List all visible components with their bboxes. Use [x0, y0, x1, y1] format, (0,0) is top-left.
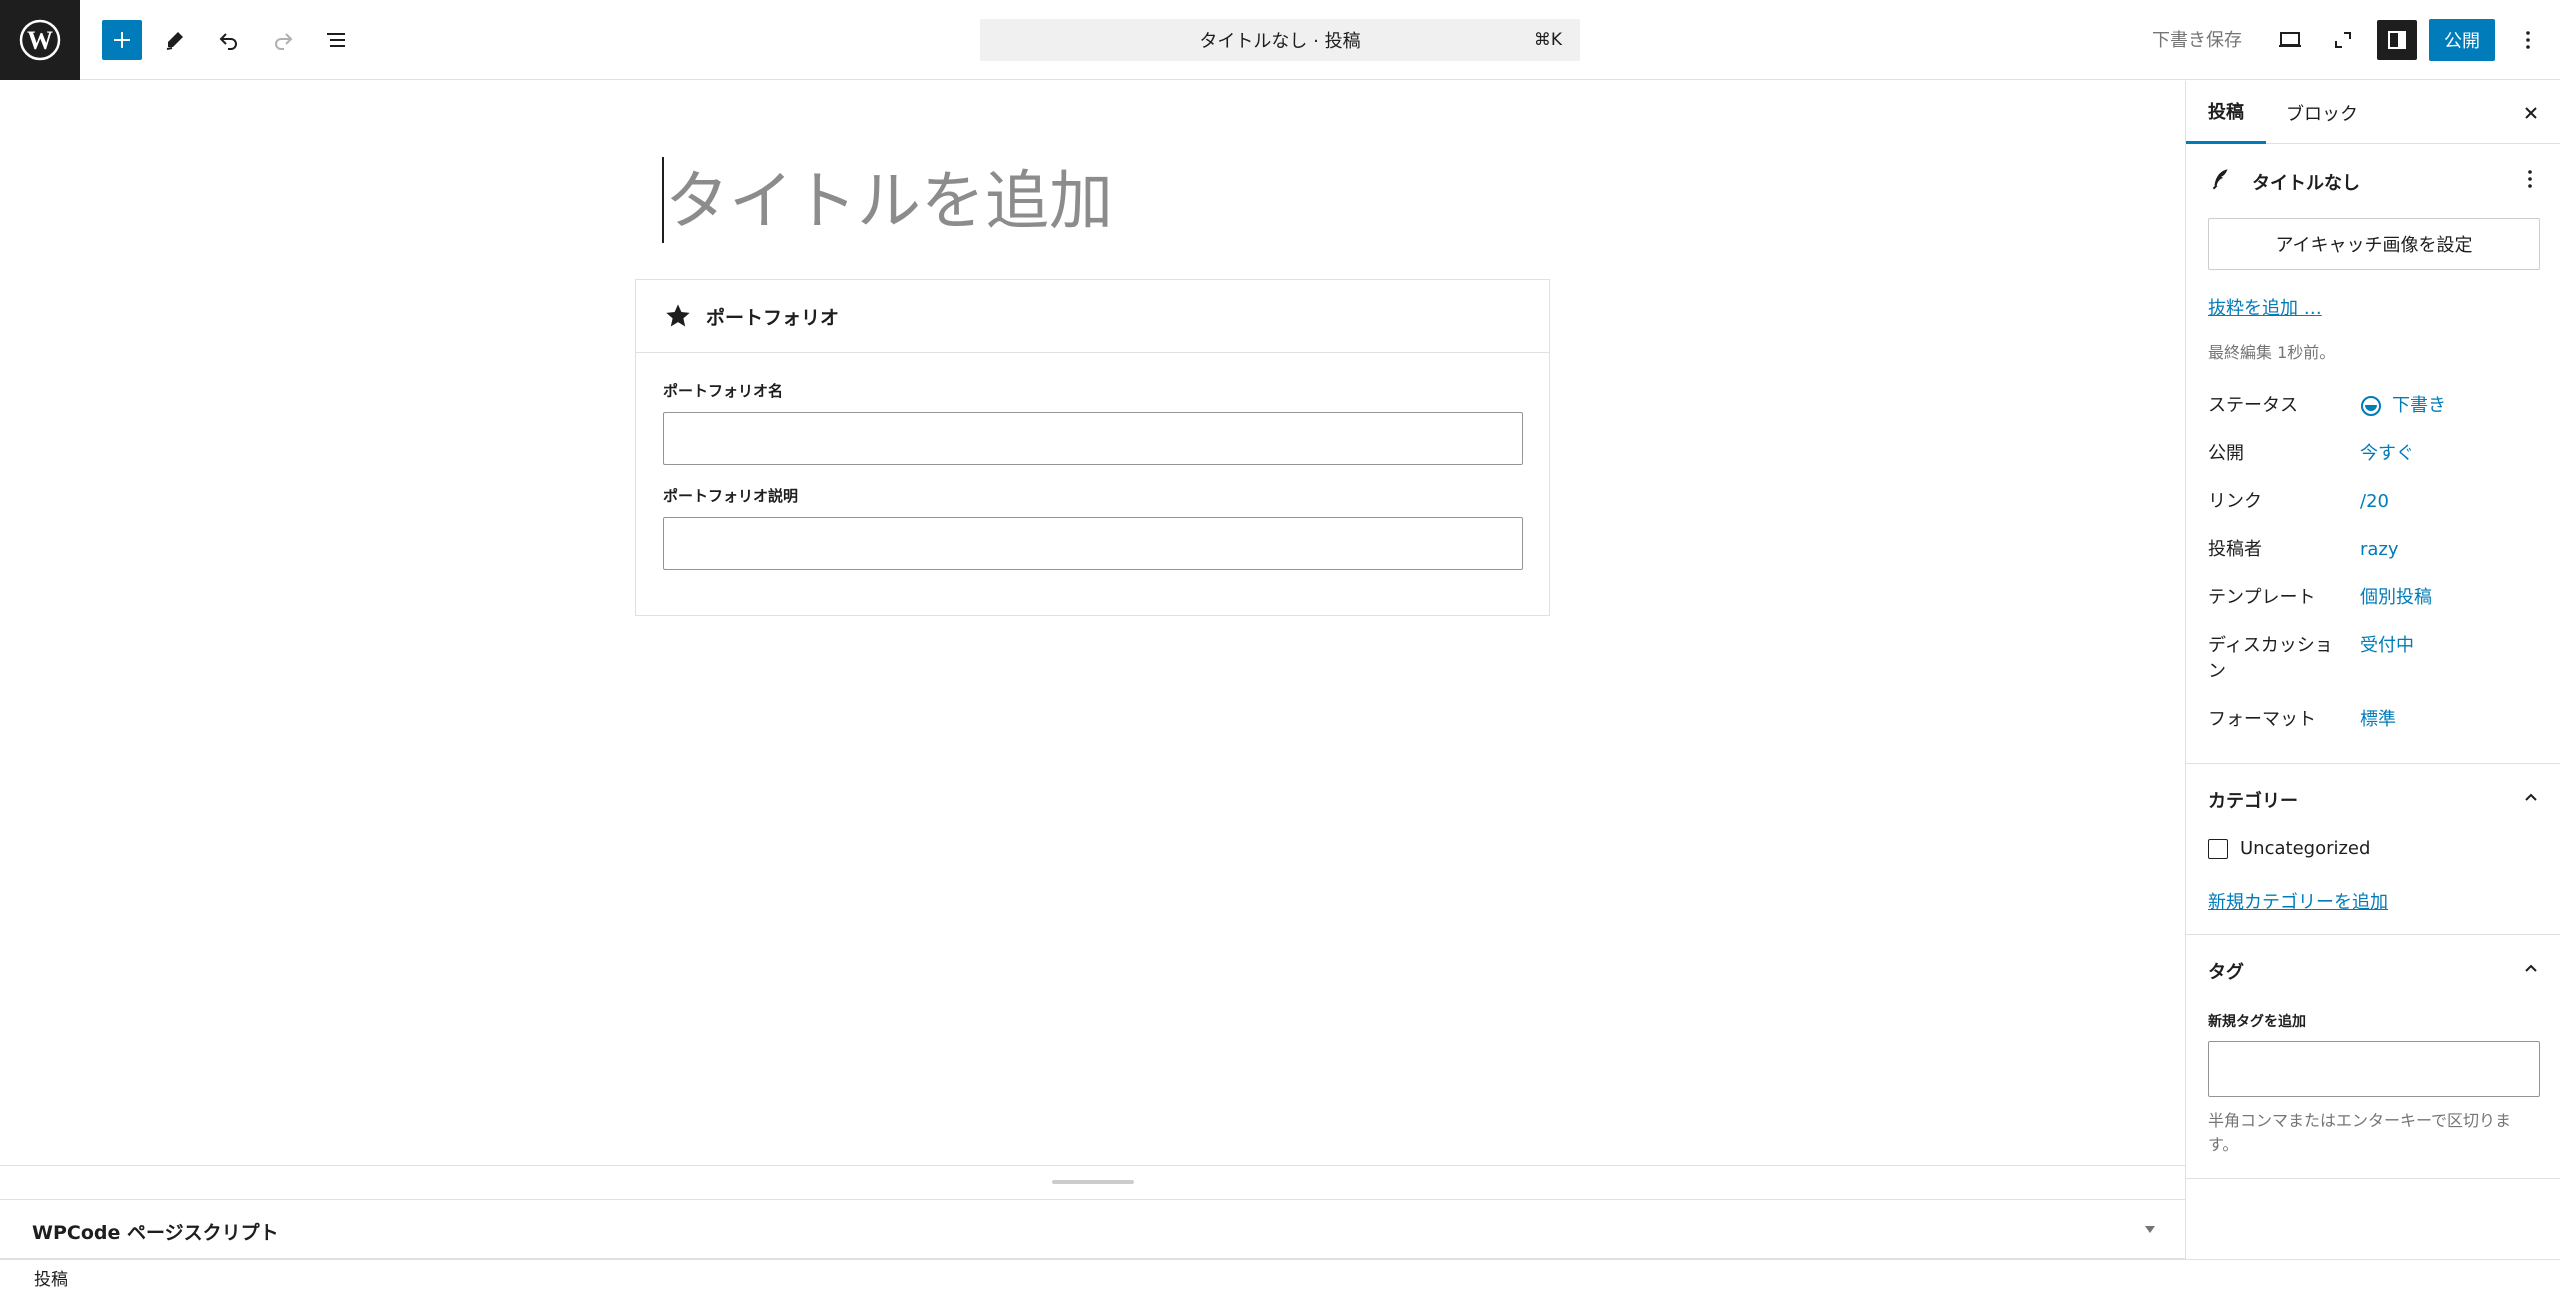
list-view-icon — [327, 33, 345, 47]
redo-icon — [275, 33, 293, 50]
categories-panel-toggle[interactable] — [2516, 783, 2546, 813]
chevron-up-icon — [2525, 793, 2537, 801]
categories-panel-title[interactable]: カテゴリー — [2208, 787, 2298, 813]
publish-button[interactable]: 公開 — [2429, 19, 2495, 61]
publish-label: 公開 — [2208, 443, 2244, 464]
save-draft-button[interactable]: 下書き保存 — [2152, 26, 2242, 52]
sidebar-icon — [2388, 31, 2406, 49]
add-tag-input[interactable] — [2208, 1041, 2540, 1097]
status-value: 下書き — [2392, 395, 2446, 416]
settings-toggle-button[interactable] — [2377, 20, 2417, 60]
post-title-input[interactable]: タイトルを追加 — [665, 159, 1113, 245]
add-block-button[interactable] — [102, 20, 142, 60]
set-featured-image-button[interactable]: アイキャッチ画像を設定 — [2208, 218, 2540, 270]
preview-button[interactable] — [2270, 20, 2310, 60]
more-vertical-icon — [2526, 31, 2530, 49]
options-button[interactable] — [2508, 20, 2548, 60]
close-icon — [2525, 107, 2537, 119]
add-excerpt-link[interactable]: 抜粋を追加 … — [2208, 294, 2322, 320]
category-checkbox[interactable] — [2208, 839, 2228, 859]
template-label: テンプレート — [2208, 587, 2316, 608]
svg-text:W: W — [27, 26, 53, 55]
add-new-category-link[interactable]: 新規カテゴリーを追加 — [2208, 888, 2388, 914]
fullscreen-button[interactable] — [2323, 20, 2363, 60]
format-label: フォーマット — [2208, 709, 2316, 730]
tools-button[interactable] — [155, 20, 195, 60]
portfolio-name-input[interactable] — [663, 412, 1523, 465]
portfolio-description-label: ポートフォリオ説明 — [663, 487, 799, 505]
pencil-icon — [166, 32, 183, 50]
block-breadcrumb-bar: 投稿 — [0, 1259, 2560, 1291]
wordpress-logo-icon[interactable]: W — [0, 0, 80, 80]
desktop-icon — [2279, 32, 2301, 47]
editor-header: W タイトルなし · 投稿 ⌘K 下書き保存 公開 — [0, 0, 2560, 80]
status-value-button[interactable]: 下書き — [2360, 393, 2446, 419]
tab-post[interactable]: 投稿 — [2186, 81, 2266, 144]
draft-status-icon — [2361, 396, 2381, 416]
fullscreen-icon — [2335, 32, 2351, 48]
settings-sidebar: 投稿 ブロック タイトルなし アイキャッチ画像を設定 抜粋を追加 … 最終編集 … — [2185, 81, 2560, 1259]
wpcode-page-scripts-panel[interactable]: WPCode ページスクリプト — [0, 1199, 2185, 1259]
command-center-button[interactable]: タイトルなし · 投稿 ⌘K — [980, 19, 1580, 61]
tag-help-text: 半角コンマまたはエンターキーで区切ります。 — [2208, 1111, 2512, 1154]
divider — [2186, 1178, 2560, 1179]
permalink-button[interactable]: /20 — [2360, 489, 2389, 515]
divider — [2186, 934, 2560, 935]
wpcode-panel-title: WPCode ページスクリプト — [32, 1222, 279, 1244]
document-title: タイトルなし · 投稿 — [1199, 31, 1361, 52]
last-edited-text: 最終編集 1秒前。 — [2208, 343, 2336, 362]
category-label[interactable]: Uncategorized — [2240, 838, 2370, 859]
resize-grip[interactable] — [1052, 1180, 1134, 1184]
template-button[interactable]: 個別投稿 — [2360, 585, 2432, 611]
discussion-label: ディスカッション — [2208, 635, 2333, 682]
redo-button[interactable] — [263, 20, 303, 60]
tab-block[interactable]: ブロック — [2264, 81, 2380, 144]
undo-button[interactable] — [209, 20, 249, 60]
editor-canvas: タイトルを追加 ポートフォリオ ポートフォリオ名 ポートフォリオ説明 — [0, 81, 2185, 1165]
post-actions-button[interactable] — [2510, 159, 2550, 199]
post-author-icon — [2212, 169, 2228, 190]
text-caret — [662, 157, 664, 243]
meta-boxes-resize-handle[interactable] — [0, 1165, 2185, 1200]
author-button[interactable]: razy — [2360, 537, 2399, 563]
link-label: リンク — [2208, 491, 2262, 512]
sidebar-tabs: 投稿 ブロック — [2186, 81, 2560, 144]
add-tag-label: 新規タグを追加 — [2208, 1014, 2306, 1030]
meta-box-title: ポートフォリオ — [706, 306, 840, 329]
shortcut-hint: ⌘K — [1533, 30, 1562, 50]
undo-icon — [219, 33, 237, 50]
portfolio-meta-box: ポートフォリオ ポートフォリオ名 ポートフォリオ説明 — [635, 279, 1550, 616]
tags-panel-title[interactable]: タグ — [2208, 958, 2244, 984]
document-overview-button[interactable] — [316, 20, 356, 60]
status-label: ステータス — [2208, 395, 2298, 416]
post-card-title: タイトルなし — [2252, 173, 2360, 194]
chevron-up-icon — [2525, 964, 2537, 972]
publish-date-button[interactable]: 今すぐ — [2360, 441, 2414, 467]
breadcrumb-item[interactable]: 投稿 — [34, 1265, 68, 1290]
star-icon — [666, 304, 690, 327]
format-button[interactable]: 標準 — [2360, 707, 2396, 733]
author-label: 投稿者 — [2208, 539, 2262, 560]
meta-box-header[interactable]: ポートフォリオ — [636, 280, 1549, 353]
discussion-button[interactable]: 受付中 — [2360, 633, 2414, 659]
close-sidebar-button[interactable] — [2511, 93, 2551, 133]
caret-down-icon[interactable] — [2143, 1222, 2157, 1236]
more-vertical-icon — [2528, 170, 2532, 188]
portfolio-description-input[interactable] — [663, 517, 1523, 570]
portfolio-name-label: ポートフォリオ名 — [663, 382, 784, 400]
plus-icon — [114, 32, 130, 48]
tags-panel-toggle[interactable] — [2516, 954, 2546, 984]
divider — [2186, 763, 2560, 764]
